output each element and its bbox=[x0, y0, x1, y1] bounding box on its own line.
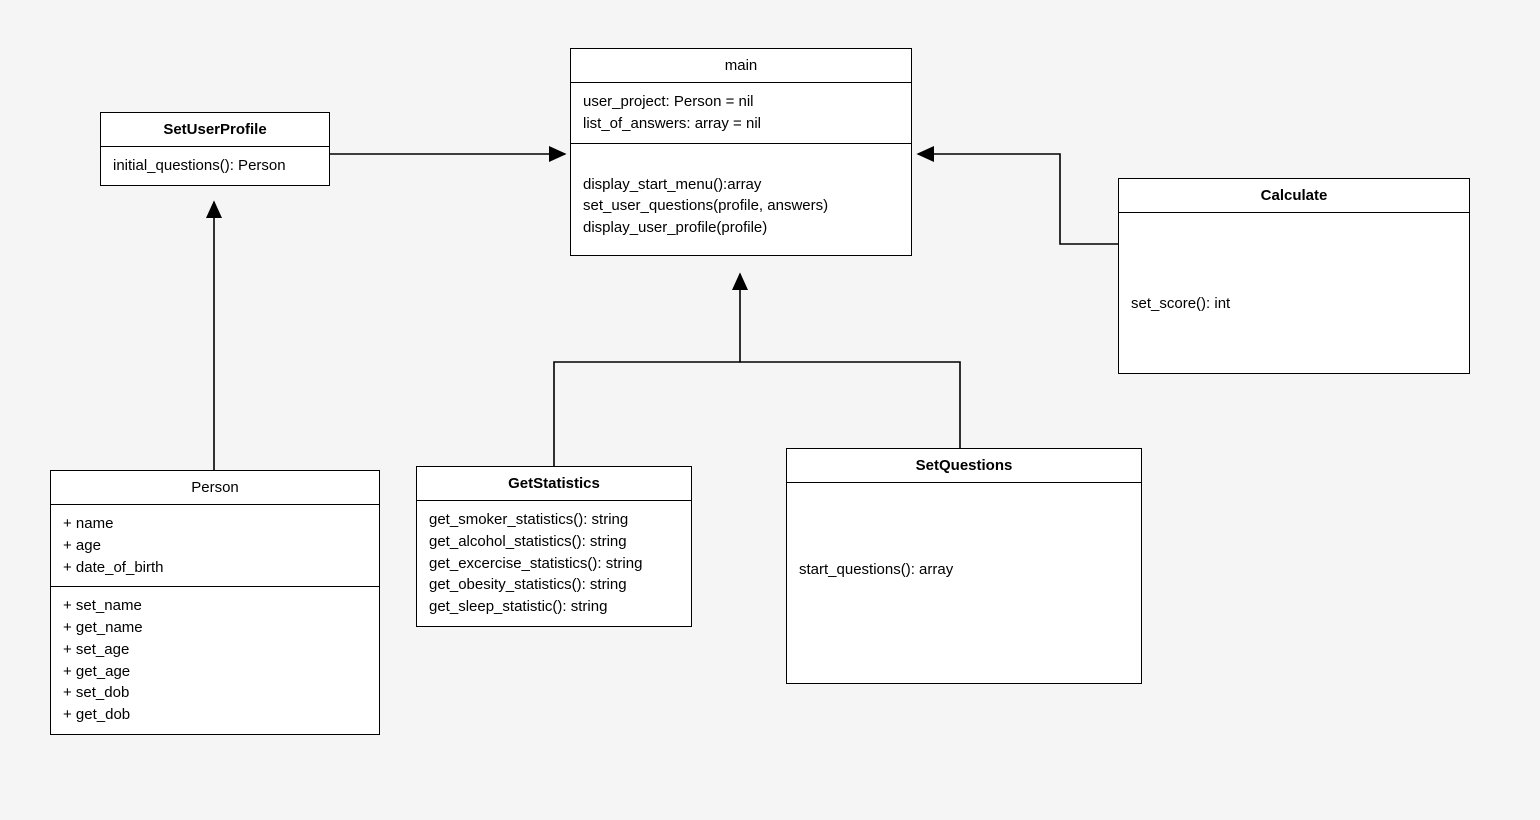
arrow-setquestions-to-main-branch bbox=[740, 362, 960, 448]
class-attributes: user_project: Person = nil list_of_answe… bbox=[571, 83, 911, 144]
class-set-questions: SetQuestions start_questions(): array bbox=[786, 448, 1142, 684]
class-calculate: Calculate set_score(): int bbox=[1118, 178, 1470, 374]
method: start_questions(): array bbox=[799, 559, 1129, 581]
class-title: GetStatistics bbox=[417, 467, 691, 501]
arrow-getstatistics-to-main bbox=[554, 274, 740, 466]
class-attributes: + name + age + date_of_birth bbox=[51, 505, 379, 587]
class-methods: start_questions(): array bbox=[787, 483, 1141, 589]
class-title: main bbox=[571, 49, 911, 83]
class-title: SetQuestions bbox=[787, 449, 1141, 483]
attribute: list_of_answers: array = nil bbox=[583, 113, 899, 135]
attribute: user_project: Person = nil bbox=[583, 91, 899, 113]
class-main: main user_project: Person = nil list_of_… bbox=[570, 48, 912, 256]
method: set_score(): int bbox=[1131, 293, 1457, 315]
method: display_user_profile(profile) bbox=[583, 217, 899, 239]
class-methods: display_start_menu():array set_user_ques… bbox=[571, 144, 911, 255]
class-title: Calculate bbox=[1119, 179, 1469, 213]
method: + get_name bbox=[63, 617, 367, 639]
method: + get_dob bbox=[63, 704, 367, 726]
method: initial_questions(): Person bbox=[113, 155, 317, 177]
class-title: SetUserProfile bbox=[101, 113, 329, 147]
method: + set_age bbox=[63, 639, 367, 661]
class-set-user-profile: SetUserProfile initial_questions(): Pers… bbox=[100, 112, 330, 186]
method: get_sleep_statistic(): string bbox=[429, 596, 679, 618]
attribute: + age bbox=[63, 535, 367, 557]
method: get_obesity_statistics(): string bbox=[429, 574, 679, 596]
arrow-calculate-to-main bbox=[918, 154, 1118, 244]
method: + set_name bbox=[63, 595, 367, 617]
diagram-canvas: SetUserProfile initial_questions(): Pers… bbox=[0, 0, 1540, 820]
class-title: Person bbox=[51, 471, 379, 505]
class-methods: set_score(): int bbox=[1119, 213, 1469, 323]
method: + get_age bbox=[63, 661, 367, 683]
method: get_smoker_statistics(): string bbox=[429, 509, 679, 531]
method: get_excercise_statistics(): string bbox=[429, 553, 679, 575]
attribute: + date_of_birth bbox=[63, 557, 367, 579]
method: + set_dob bbox=[63, 682, 367, 704]
method: display_start_menu():array bbox=[583, 174, 899, 196]
class-person: Person + name + age + date_of_birth + se… bbox=[50, 470, 380, 735]
class-methods: get_smoker_statistics(): string get_alco… bbox=[417, 501, 691, 626]
method: get_alcohol_statistics(): string bbox=[429, 531, 679, 553]
method: set_user_questions(profile, answers) bbox=[583, 195, 899, 217]
attribute: + name bbox=[63, 513, 367, 535]
class-get-statistics: GetStatistics get_smoker_statistics(): s… bbox=[416, 466, 692, 627]
class-methods: initial_questions(): Person bbox=[101, 147, 329, 185]
class-methods: + set_name + get_name + set_age + get_ag… bbox=[51, 587, 379, 734]
